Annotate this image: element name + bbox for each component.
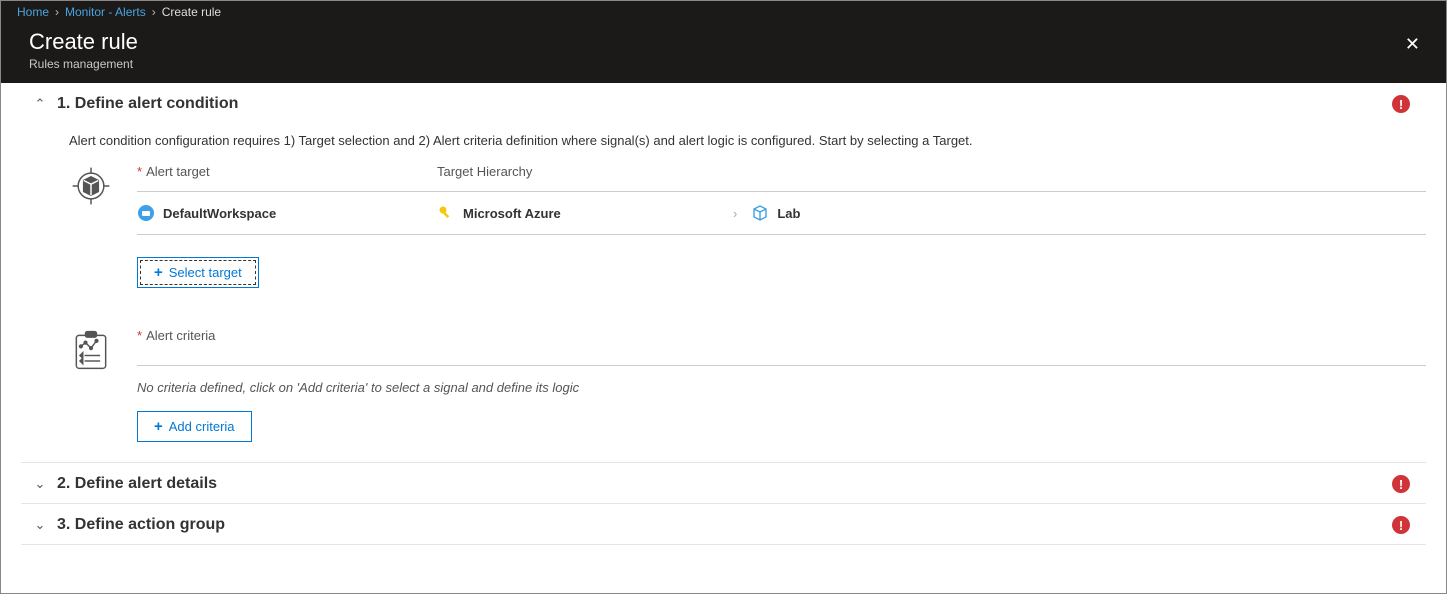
chevron-right-icon: › (152, 5, 156, 19)
chevron-down-icon: ⌄ (33, 517, 47, 533)
step-2-title: 2. Define alert details (57, 475, 217, 493)
alert-target-icon (69, 164, 117, 288)
breadcrumb-current: Create rule (162, 5, 221, 19)
error-badge-icon: ! (1392, 516, 1410, 534)
step-1-title: 1. Define alert condition (57, 95, 238, 113)
chevron-right-icon: › (727, 206, 743, 221)
error-badge-icon: ! (1392, 95, 1410, 113)
required-asterisk: * (137, 164, 142, 179)
chevron-right-icon: › (55, 5, 59, 19)
step-3-header[interactable]: ⌄ 3. Define action group ! (21, 503, 1426, 545)
breadcrumb-monitor-alerts[interactable]: Monitor - Alerts (65, 5, 146, 19)
criteria-empty-message: No criteria defined, click on 'Add crite… (137, 372, 1426, 395)
target-hierarchy-label: Target Hierarchy (437, 164, 532, 179)
alert-criteria-icon (69, 328, 117, 442)
chevron-down-icon: ⌄ (33, 476, 47, 492)
close-icon[interactable]: ✕ (1399, 29, 1426, 59)
add-criteria-button[interactable]: + Add criteria (137, 411, 252, 442)
page-title: Create rule (29, 29, 138, 55)
alert-criteria-label: Alert criteria (146, 328, 215, 343)
alert-target-label: Alert target (146, 164, 210, 179)
step-3-title: 3. Define action group (57, 516, 225, 534)
select-target-button[interactable]: + Select target (137, 257, 259, 288)
breadcrumb-home[interactable]: Home (17, 5, 49, 19)
error-badge-icon: ! (1392, 475, 1410, 493)
step-2-header[interactable]: ⌄ 2. Define alert details ! (21, 462, 1426, 503)
plus-icon: + (154, 418, 163, 435)
select-target-label: Select target (169, 265, 242, 280)
chevron-up-icon: ⌃ (33, 96, 47, 112)
breadcrumb: Home › Monitor - Alerts › Create rule (1, 1, 1446, 23)
step-1-header[interactable]: ⌃ 1. Define alert condition ! (21, 83, 1426, 123)
subscription-key-icon (437, 204, 455, 222)
step-1-description: Alert condition configuration requires 1… (69, 133, 1426, 148)
hierarchy-subscription: Microsoft Azure (463, 206, 561, 221)
workspace-icon (137, 204, 155, 222)
step-1-body: Alert condition configuration requires 1… (21, 123, 1426, 462)
resource-group-icon (751, 204, 769, 222)
add-criteria-label: Add criteria (169, 419, 235, 434)
hierarchy-group: Lab (777, 206, 800, 221)
plus-icon: + (154, 264, 163, 281)
required-asterisk: * (137, 328, 142, 343)
page-subtitle: Rules management (29, 57, 138, 71)
alert-target-value: DefaultWorkspace (163, 206, 276, 221)
